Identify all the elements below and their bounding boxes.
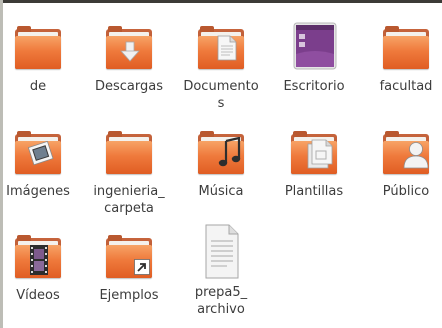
folder-item-label: Imágenes [6, 184, 70, 199]
videos-folder-icon [13, 231, 63, 281]
folder-item-escritorio[interactable]: Escritorio [270, 22, 358, 95]
folder-item-label: de [29, 79, 47, 94]
downloads-folder-icon [104, 22, 154, 72]
folder-item-ejemplos[interactable]: Ejemplos [85, 231, 173, 304]
folder-item-videos[interactable]: Vídeos [0, 231, 82, 304]
documents-folder-icon [196, 22, 246, 72]
film-strip-icon [30, 245, 48, 275]
folder-item-publico[interactable]: Público [362, 127, 442, 200]
folder-item-label: Plantillas [284, 184, 344, 199]
folder-item-de[interactable]: de [0, 22, 82, 95]
folder-item-imagenes[interactable]: Imágenes [0, 127, 82, 200]
folder-item-plantillas[interactable]: Plantillas [270, 127, 358, 200]
folder-item-label: ingenieria_ carpeta [93, 184, 165, 216]
document-emblem-icon [217, 35, 237, 61]
pictures-folder-icon [13, 127, 63, 177]
folder-item-label: Público [382, 184, 430, 199]
file-item-prepa5-archivo[interactable]: prepa5_ archivo [177, 224, 265, 318]
folder-icon [104, 127, 154, 177]
file-item-label: prepa5_ archivo [194, 285, 248, 317]
folder-item-ingenieria-carpeta[interactable]: ingenieria_ carpeta [85, 127, 173, 217]
window-top-border [0, 0, 442, 3]
examples-folder-icon [104, 231, 154, 281]
folder-item-label: Vídeos [16, 288, 60, 303]
templates-folder-icon [289, 127, 339, 177]
folder-item-label: Escritorio [283, 79, 345, 94]
folder-item-label: Música [198, 184, 244, 199]
download-arrow-icon [120, 41, 140, 62]
template-document-icon [307, 139, 333, 169]
folder-icon [381, 22, 431, 72]
folder-item-descargas[interactable]: Descargas [85, 22, 173, 95]
folder-item-label: Documento s [183, 79, 259, 111]
person-icon [403, 142, 429, 169]
folder-icon [13, 22, 63, 72]
shortcut-arrow-icon [134, 259, 150, 275]
desktop-folder-icon [289, 22, 339, 72]
folder-item-musica[interactable]: Música [177, 127, 265, 200]
text-file-icon [196, 224, 246, 281]
music-folder-icon [196, 127, 246, 177]
folder-item-label: facultad [379, 79, 433, 94]
folder-item-documentos[interactable]: Documento s [177, 22, 265, 112]
picture-frame-icon [27, 141, 54, 166]
folder-item-facultad[interactable]: facultad [362, 22, 442, 95]
folder-item-label: Ejemplos [99, 288, 159, 303]
music-note-icon [218, 137, 241, 167]
public-folder-icon [381, 127, 431, 177]
folder-item-label: Descargas [94, 79, 163, 94]
